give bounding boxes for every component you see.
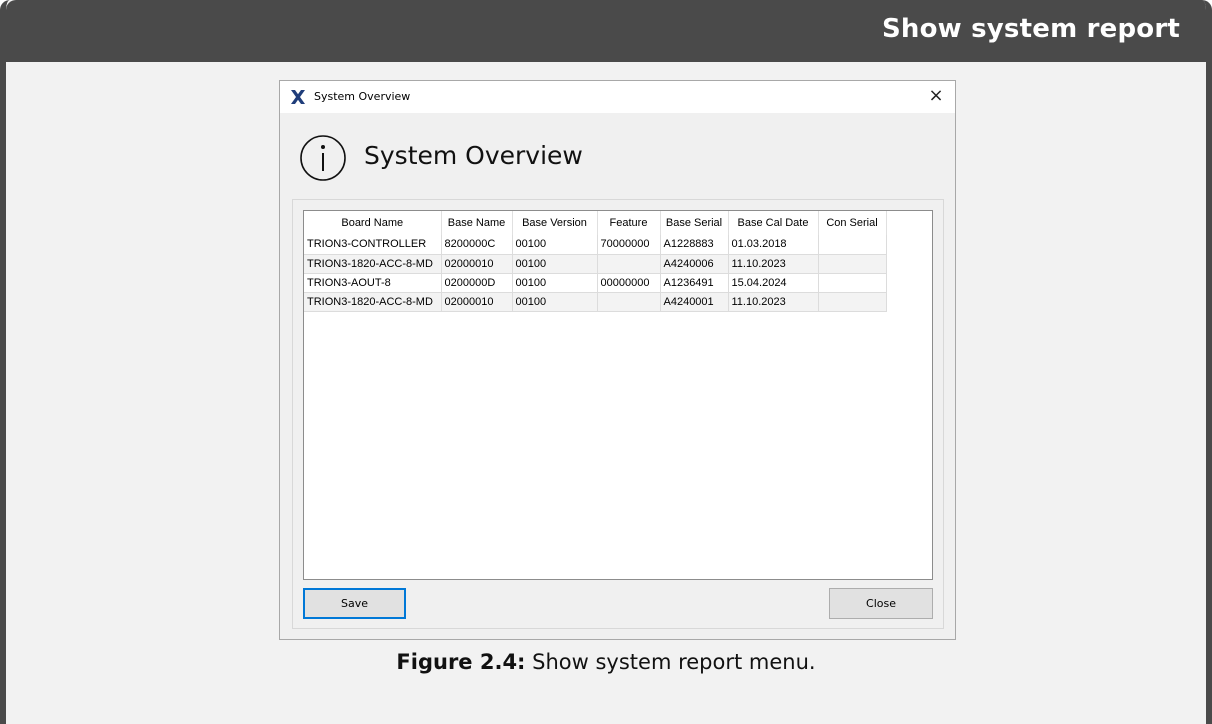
table-cell: TRION3-1820-ACC-8-MD	[304, 292, 442, 312]
table-cell: 0200000D	[441, 273, 513, 293]
figure-caption: Figure 2.4: Show system report menu.	[6, 650, 1206, 674]
caption-text: Show system report menu.	[532, 650, 816, 674]
table-cell: 00000000	[597, 273, 661, 293]
table-cell	[818, 254, 887, 274]
table-cell: 00100	[512, 292, 598, 312]
dialog-heading: System Overview	[364, 141, 583, 170]
table-row[interactable]: TRION3-AOUT-8 0200000D 00100 00000000 A1…	[304, 273, 887, 293]
table-cell: 00100	[512, 235, 598, 255]
table-row[interactable]: TRION3-CONTROLLER 8200000C 00100 7000000…	[304, 235, 887, 255]
table-cell: 02000010	[441, 292, 513, 312]
table-cell: 11.10.2023	[728, 254, 819, 274]
banner-title: Show system report	[881, 14, 1180, 44]
close-icon[interactable]: ×	[925, 85, 947, 107]
dialog-window-title: System Overview	[314, 90, 411, 103]
table-cell	[597, 254, 661, 274]
table-cell: TRION3-AOUT-8	[304, 273, 442, 293]
table-cell: 15.04.2024	[728, 273, 819, 293]
table-cell	[818, 273, 887, 293]
close-button[interactable]: Close	[829, 588, 933, 619]
table-cell: 01.03.2018	[728, 235, 819, 255]
column-header-base-version[interactable]: Base Version	[512, 211, 598, 235]
dialog-titlebar: System Overview ×	[280, 81, 955, 113]
table-row[interactable]: TRION3-1820-ACC-8-MD 02000010 00100 A424…	[304, 254, 887, 274]
column-header-base-name[interactable]: Base Name	[441, 211, 513, 235]
system-table: Board Name Base Name Base Version Featur…	[304, 211, 887, 312]
table-cell: 8200000C	[441, 235, 513, 255]
x-logo-icon	[290, 89, 306, 105]
info-circle-icon	[298, 133, 348, 183]
table-row[interactable]: TRION3-1820-ACC-8-MD 02000010 00100 A424…	[304, 292, 887, 312]
table-cell: A1236491	[660, 273, 729, 293]
table-header-row: Board Name Base Name Base Version Featur…	[304, 211, 887, 235]
column-header-feature[interactable]: Feature	[597, 211, 661, 235]
column-header-con-serial[interactable]: Con Serial	[818, 211, 887, 235]
table-cell: A1228883	[660, 235, 729, 255]
table-cell: 11.10.2023	[728, 292, 819, 312]
table-cell: A4240001	[660, 292, 729, 312]
content-group: Board Name Base Name Base Version Featur…	[292, 199, 944, 629]
table-cell: 70000000	[597, 235, 661, 255]
system-table-area[interactable]: Board Name Base Name Base Version Featur…	[303, 210, 933, 580]
table-cell: 02000010	[441, 254, 513, 274]
system-overview-dialog: System Overview × System Overview Board …	[279, 80, 956, 640]
table-cell	[597, 292, 661, 312]
section-banner: Show system report	[6, 0, 1206, 62]
table-cell: A4240006	[660, 254, 729, 274]
column-header-board-name[interactable]: Board Name	[304, 211, 442, 235]
caption-label: Figure 2.4:	[396, 650, 526, 674]
table-cell	[818, 235, 887, 255]
table-cell: 00100	[512, 254, 598, 274]
column-header-base-cal-date[interactable]: Base Cal Date	[728, 211, 819, 235]
table-cell	[818, 292, 887, 312]
figure-frame: Show system report System Overview × Sys…	[0, 0, 1212, 724]
save-button[interactable]: Save	[303, 588, 406, 619]
table-cell: TRION3-CONTROLLER	[304, 235, 442, 255]
column-header-base-serial[interactable]: Base Serial	[660, 211, 729, 235]
table-cell: 00100	[512, 273, 598, 293]
table-cell: TRION3-1820-ACC-8-MD	[304, 254, 442, 274]
